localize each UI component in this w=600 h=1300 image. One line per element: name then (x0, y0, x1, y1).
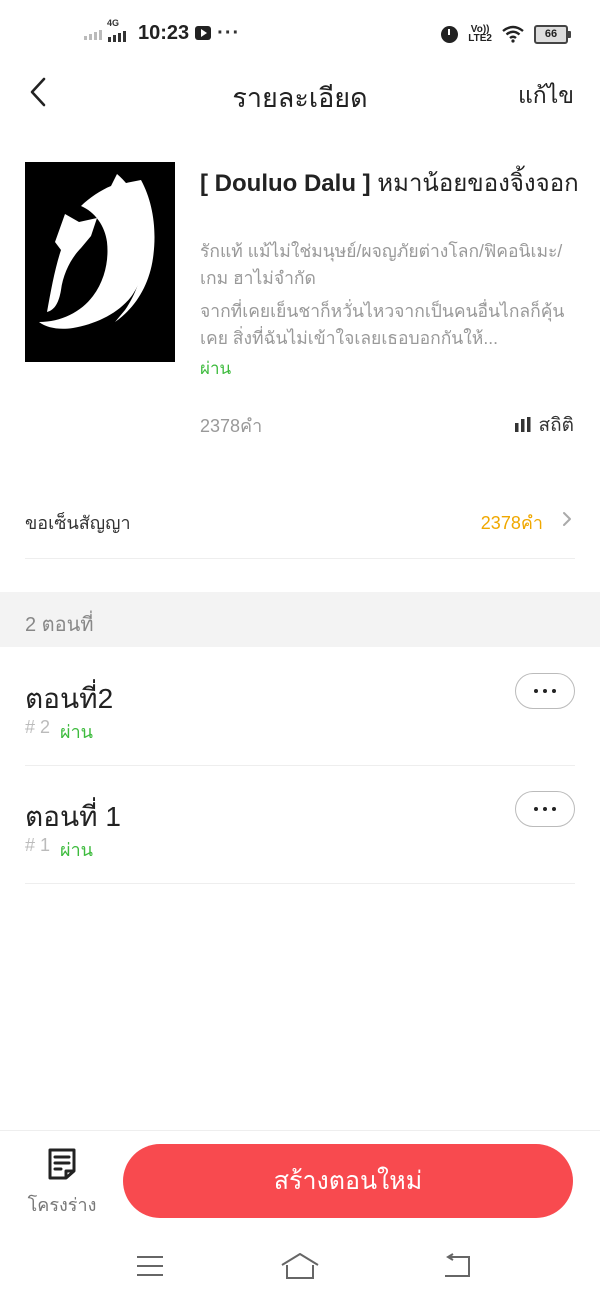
nav-menu-button[interactable] (120, 1248, 180, 1284)
chevron-right-icon (563, 512, 571, 526)
page-title: รายละเอียด (232, 83, 368, 113)
chapter-title: ตอนที่ 1 (25, 801, 121, 832)
book-genres: รักแท้ แม้ไม่ใช่มนุษย์/ผจญภัยต่างโลก/ฟิค… (200, 241, 563, 288)
wifi-icon (502, 25, 524, 43)
menu-icon (137, 1256, 163, 1276)
chevron-left-icon (30, 77, 46, 107)
media-play-icon (195, 26, 212, 40)
battery-icon: 66 (534, 24, 571, 44)
document-icon (48, 1148, 76, 1180)
nav-back-button[interactable] (427, 1248, 487, 1284)
book-status-badge: ผ่าน (200, 359, 232, 378)
status-left: 4G 10:23 ··· (84, 18, 241, 46)
status-bar: 4G 10:23 ··· Vo)) LTE2 66 (0, 0, 600, 64)
chapter-more-button[interactable] (515, 673, 575, 709)
signal-icon (84, 26, 102, 40)
more-dots-icon (532, 807, 559, 811)
book-description: จากที่เคยเย็นชาก็หวั่นไหวจากเป็นคนอื่นไก… (200, 301, 565, 348)
chapter-meta: # 1 ผ่าน (25, 835, 93, 864)
chapter-meta: # 2 ผ่าน (25, 717, 93, 746)
chapters-section-header: 2 ตอนที่ (0, 592, 600, 647)
book-word-count: 2378คำ (200, 416, 263, 436)
fox-logo-image (39, 174, 155, 329)
signal-4g-icon: 4G (107, 18, 126, 42)
nav-home-button[interactable] (270, 1248, 330, 1284)
outline-button[interactable]: โครงร่าง (22, 1147, 102, 1219)
contract-value: 2378คำ (480, 513, 543, 533)
status-right: Vo)) LTE2 66 (441, 22, 571, 46)
chapters-count-label: 2 ตอนที่ (25, 614, 94, 636)
contract-row[interactable]: ขอเซ็นสัญญา 2378คำ (25, 490, 575, 559)
back-arrow-icon (445, 1253, 470, 1277)
outline-label: โครงร่าง (27, 1195, 97, 1215)
chapter-title: ตอนที่2 (25, 683, 114, 714)
volte-indicator: Vo)) LTE2 (468, 24, 492, 44)
contract-label: ขอเซ็นสัญญา (25, 513, 131, 533)
bottom-action-bar: โครงร่าง สร้างตอนใหม่ (0, 1130, 600, 1231)
chapter-status-badge: ผ่าน (60, 722, 93, 742)
back-button[interactable] (20, 72, 56, 112)
system-nav-bar (0, 1230, 600, 1300)
chapter-row[interactable]: ตอนที่2 # 2 ผ่าน (25, 647, 575, 766)
edit-button[interactable]: แก้ไข (518, 78, 574, 114)
more-dots-icon (532, 689, 559, 693)
alarm-icon (441, 25, 459, 43)
chapter-number: # 1 (25, 835, 51, 855)
chapter-row[interactable]: ตอนที่ 1 # 1 ผ่าน (25, 765, 575, 884)
chapter-number: # 2 (25, 717, 51, 737)
bar-chart-icon (514, 417, 531, 432)
book-title-bold: [ Douluo Dalu ] (200, 170, 371, 197)
network-type: 4G (107, 18, 120, 28)
home-icon (281, 1253, 319, 1279)
stats-button[interactable]: สถิติ (514, 410, 574, 440)
chapter-status-badge: ผ่าน (60, 840, 93, 860)
clock: 10:23 (138, 21, 190, 44)
status-more: ··· (217, 21, 241, 44)
create-chapter-button[interactable]: สร้างตอนใหม่ (123, 1144, 573, 1218)
stats-label: สถิติ (538, 415, 574, 436)
chapter-more-button[interactable] (515, 791, 575, 827)
book-title: [ Douluo Dalu ] หมาน้อยของจิ้งจอก (200, 166, 580, 202)
book-cover[interactable] (25, 162, 175, 362)
book-title-rest: หมาน้อยของจิ้งจอก (370, 170, 579, 197)
